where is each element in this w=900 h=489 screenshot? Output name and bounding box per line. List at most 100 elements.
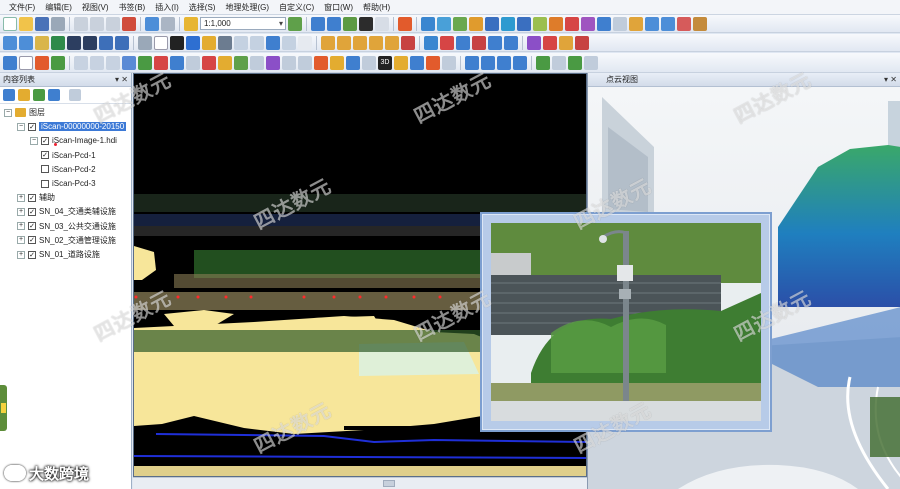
profile-icon[interactable] <box>362 55 376 70</box>
print-icon[interactable] <box>51 16 65 31</box>
scrollbar-thumb[interactable] <box>383 480 395 487</box>
select-features-icon[interactable] <box>138 35 152 50</box>
side-dock-tab[interactable] <box>0 385 7 431</box>
texture-icon[interactable] <box>282 55 296 70</box>
frame-icon[interactable] <box>552 55 566 70</box>
menu-window[interactable]: 窗口(W) <box>319 0 358 15</box>
layer-list-icon[interactable] <box>346 55 360 70</box>
add-data-icon[interactable] <box>184 16 198 31</box>
table-grid-icon[interactable] <box>74 55 88 70</box>
layer-label[interactable]: SN_04_交通类辅设施 <box>39 206 116 217</box>
next-frame-icon[interactable] <box>481 55 495 70</box>
table-icon[interactable] <box>311 16 325 31</box>
data-view-icon[interactable] <box>19 55 33 70</box>
photo-icon[interactable] <box>456 35 470 50</box>
catalog-icon[interactable] <box>327 16 341 31</box>
layer-label[interactable]: SN_01_道路设施 <box>39 249 100 260</box>
polygon-icon[interactable] <box>138 55 152 70</box>
sequence-icon[interactable] <box>497 55 511 70</box>
map-horizontal-scrollbar[interactable] <box>133 477 587 489</box>
find-icon[interactable] <box>250 35 264 50</box>
layer-label[interactable]: SN_03_公共交通设施 <box>39 221 116 232</box>
layer-visibility-checkbox[interactable] <box>41 165 49 174</box>
3d-button[interactable]: 3D <box>378 55 392 70</box>
delete-icon[interactable] <box>122 16 136 31</box>
track-next-icon[interactable] <box>385 35 399 50</box>
zoom-in-icon[interactable] <box>3 35 17 50</box>
expand-toggle-icon[interactable]: + <box>17 222 25 231</box>
layer-label[interactable]: iScan-Pcd-2 <box>52 165 96 174</box>
pause-icon[interactable] <box>369 35 383 50</box>
clip-icon[interactable] <box>426 55 440 70</box>
expand-toggle-icon[interactable]: + <box>17 207 25 216</box>
layer-visibility-checkbox[interactable]: ✓ <box>28 236 36 245</box>
info-icon[interactable] <box>504 35 518 50</box>
globe-icon[interactable] <box>437 16 451 31</box>
arrow-icon[interactable] <box>517 16 531 31</box>
menu-file[interactable]: 文件(F) <box>4 0 40 15</box>
layer-label[interactable]: iScan-Pcd-3 <box>52 179 96 188</box>
python-icon[interactable] <box>359 16 373 31</box>
cross-icon[interactable] <box>677 16 691 31</box>
list-by-source-icon[interactable] <box>18 89 30 101</box>
sample-icon[interactable] <box>298 55 312 70</box>
line-edit-icon[interactable] <box>565 16 579 31</box>
map-scale-select[interactable]: 1:1,000 <box>200 17 286 30</box>
select-elements-icon[interactable] <box>170 35 184 50</box>
layer-label[interactable]: iScan-Pcd-1 <box>52 151 96 160</box>
copy-icon[interactable] <box>90 16 104 31</box>
locate-icon[interactable] <box>424 35 438 50</box>
pointer-icon[interactable] <box>421 16 435 31</box>
route-icon[interactable] <box>398 16 412 31</box>
layer-tree-row[interactable]: + ✓ SN_02_交通管理设施 <box>17 234 116 247</box>
fill-icon[interactable] <box>218 55 232 70</box>
graph-icon[interactable] <box>575 35 589 50</box>
attribute-icon[interactable] <box>613 16 627 31</box>
measure-icon[interactable] <box>693 16 707 31</box>
toolbox-icon[interactable] <box>343 16 357 31</box>
options-icon[interactable] <box>69 89 81 101</box>
fixed-zoom-in-icon[interactable] <box>67 35 81 50</box>
zoom-out-icon[interactable] <box>19 35 33 50</box>
full-extent-icon[interactable] <box>51 35 65 50</box>
layer-visibility-checkbox[interactable]: ✓ <box>28 250 36 259</box>
point-icon[interactable] <box>122 55 136 70</box>
editor-icon[interactable] <box>288 16 302 31</box>
expand-toggle-icon[interactable]: + <box>17 236 25 245</box>
merge-icon[interactable] <box>597 16 611 31</box>
layer-visibility-checkbox[interactable]: ✓ <box>41 151 49 160</box>
split-icon[interactable] <box>581 16 595 31</box>
monitor-icon[interactable] <box>661 16 675 31</box>
forward-extent-icon[interactable] <box>115 35 129 50</box>
layer-tree-row[interactable]: + ✓ 辅助 <box>17 191 55 204</box>
stop-icon[interactable] <box>401 35 415 50</box>
layer-tree-row[interactable]: iScan-Pcd-2 <box>30 163 96 176</box>
surface-icon[interactable] <box>266 55 280 70</box>
options-icon[interactable] <box>584 55 598 70</box>
menu-edit[interactable]: 编辑(E) <box>40 0 77 15</box>
menu-bookmarks[interactable]: 书签(B) <box>114 0 151 15</box>
undo-icon[interactable] <box>145 16 159 31</box>
paste-icon[interactable] <box>106 16 120 31</box>
pan-hand-icon[interactable] <box>35 35 49 50</box>
layer-label[interactable]: 辅助 <box>39 192 55 203</box>
go-to-xy-icon[interactable] <box>282 35 296 50</box>
sync-icon[interactable] <box>485 16 499 31</box>
buffer-icon[interactable] <box>442 55 456 70</box>
feature-icon[interactable] <box>629 16 643 31</box>
tree-icon[interactable] <box>234 55 248 70</box>
menu-geoprocessing[interactable]: 地理处理(G) <box>220 0 274 15</box>
cloud-view-pin-close[interactable]: ▾ ✕ <box>884 73 897 87</box>
layer-label[interactable]: iScan-Image-1.hdi <box>52 136 117 145</box>
layer-tree-row[interactable]: − ✓ iScan-Image-1.hdi <box>30 134 117 147</box>
expand-toggle-icon[interactable]: + <box>17 250 25 259</box>
fixed-zoom-out-icon[interactable] <box>83 35 97 50</box>
rotate-icon[interactable] <box>469 16 483 31</box>
expand-toggle-icon[interactable]: + <box>17 193 25 202</box>
menu-help[interactable]: 帮助(H) <box>358 0 395 15</box>
layer-visibility-checkbox[interactable]: ✓ <box>28 207 36 216</box>
window-icon[interactable] <box>645 16 659 31</box>
track-prev-icon[interactable] <box>337 35 351 50</box>
link-icon[interactable] <box>527 35 541 50</box>
snap-point-icon[interactable] <box>314 55 328 70</box>
